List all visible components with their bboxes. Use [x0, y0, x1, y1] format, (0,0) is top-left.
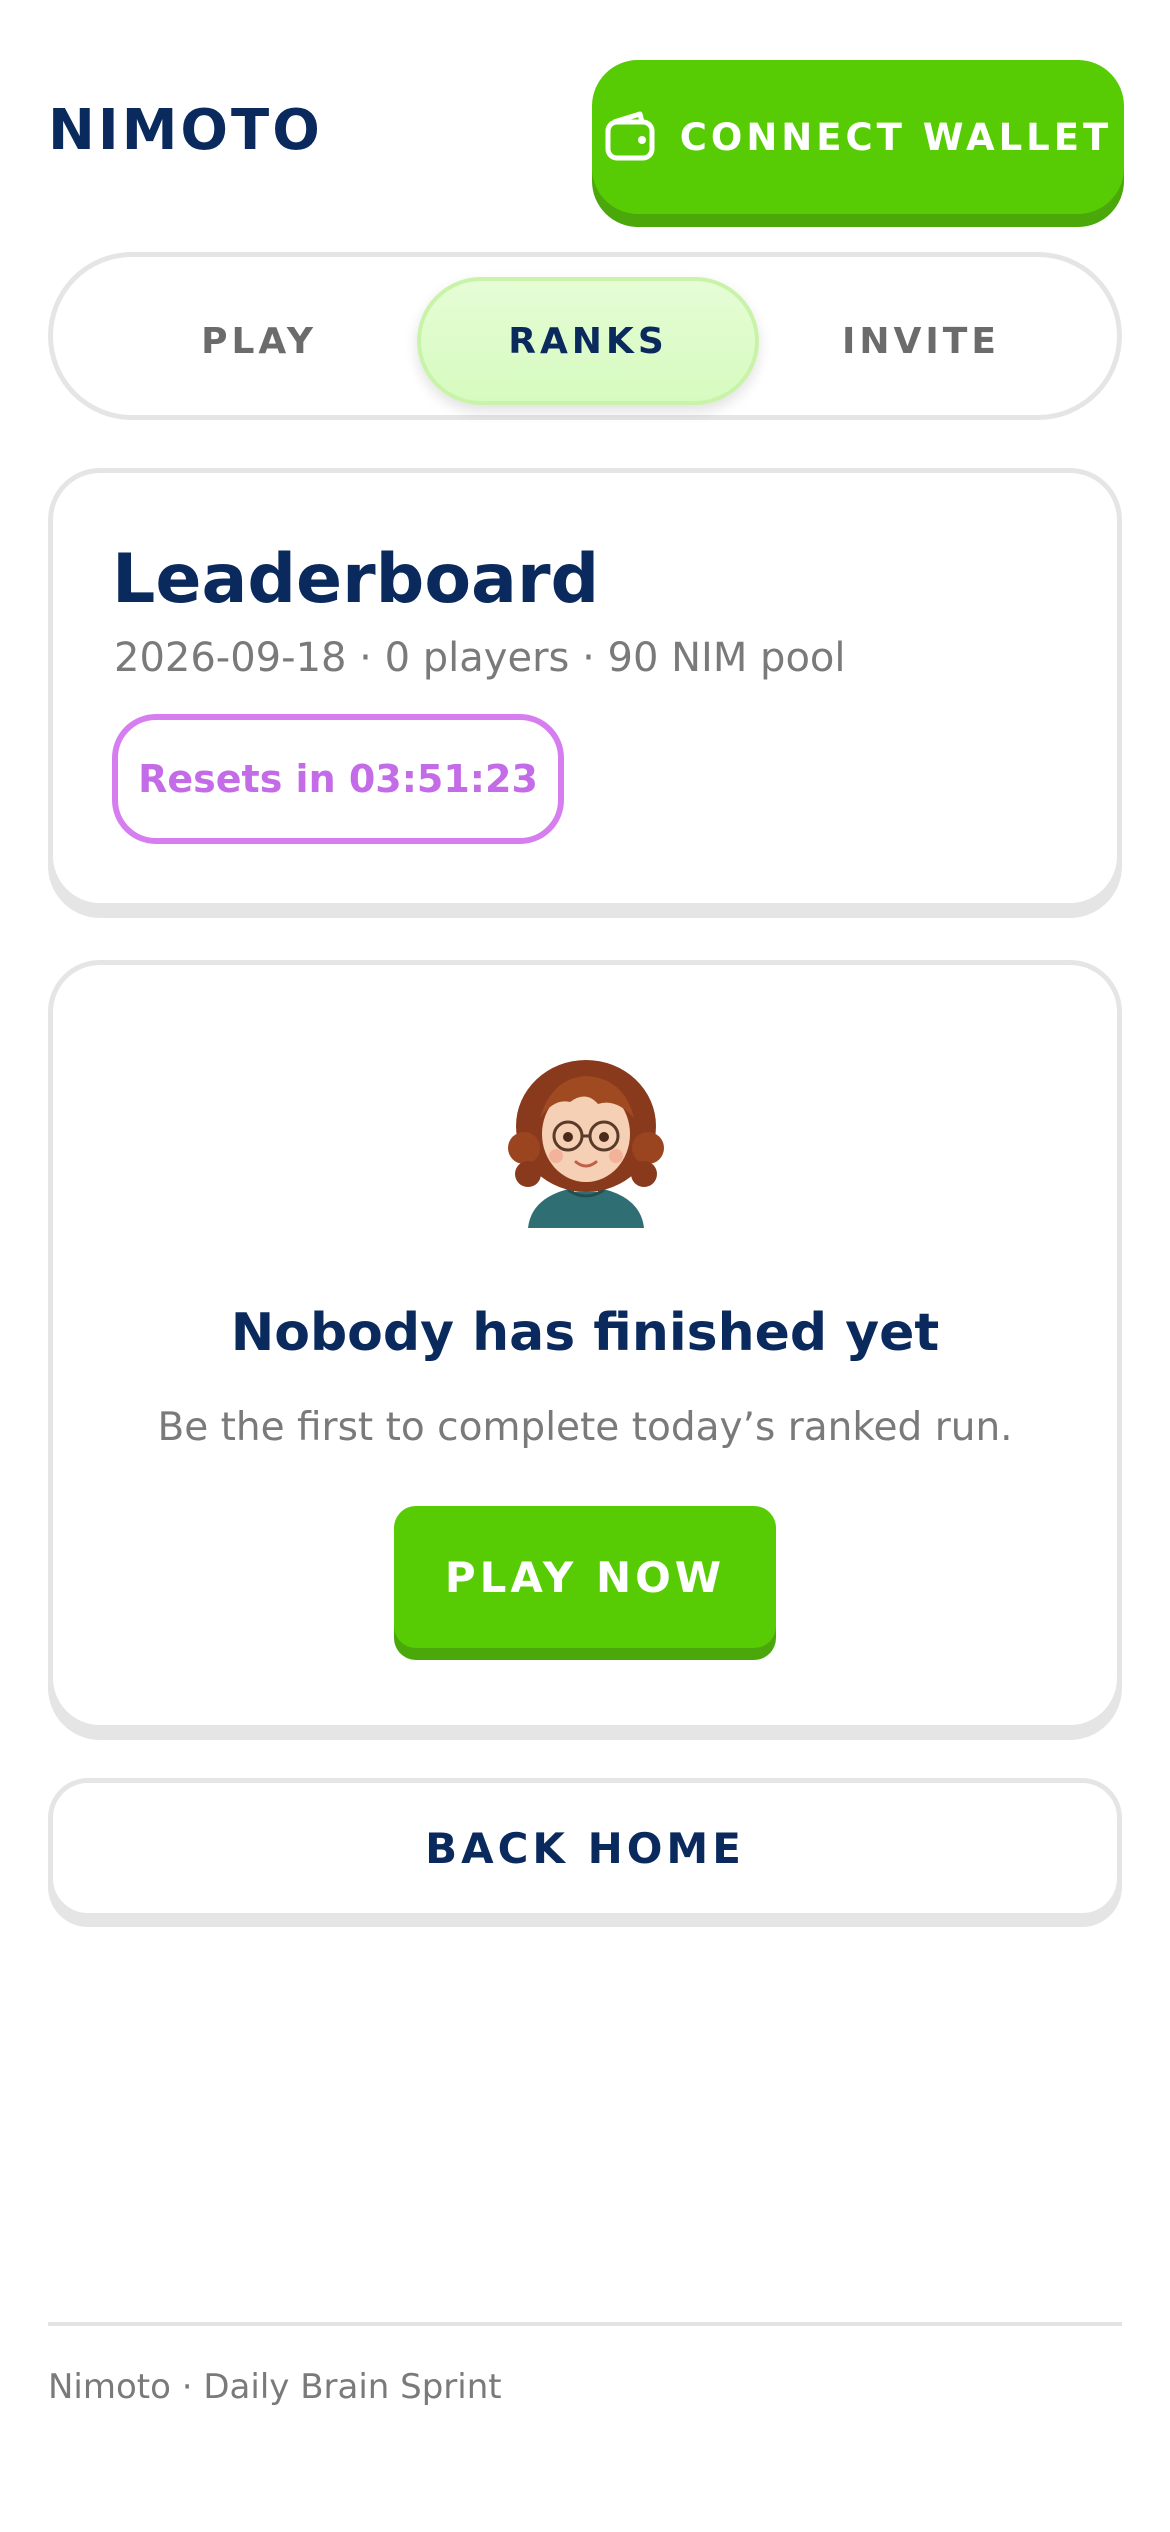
avatar-illustration	[506, 1052, 666, 1228]
empty-state-title: Nobody has finished yet	[230, 1303, 940, 1363]
footer-divider	[48, 2322, 1122, 2326]
wallet-icon	[604, 110, 658, 164]
leaderboard-meta: 2026-09-18 · 0 players · 90 NIM pool	[114, 635, 846, 681]
tab-play[interactable]: PLAY	[89, 277, 429, 405]
back-home-button[interactable]: BACK HOME	[48, 1778, 1122, 1918]
play-now-button[interactable]: PLAY NOW	[394, 1506, 776, 1648]
tab-bar: PLAY RANKS INVITE	[48, 252, 1122, 420]
empty-state-subtitle: Be the first to complete today’s ranked …	[157, 1405, 1013, 1450]
reset-timer-badge: Resets in 03:51:23	[112, 714, 564, 844]
tab-ranks[interactable]: RANKS	[417, 277, 759, 405]
connect-wallet-label: CONNECT WALLET	[679, 115, 1113, 159]
tab-invite[interactable]: INVITE	[751, 277, 1091, 405]
leaderboard-title: Leaderboard	[112, 540, 600, 619]
brand-logo: NIMOTO	[48, 98, 323, 163]
connect-wallet-button[interactable]: CONNECT WALLET	[592, 60, 1124, 214]
footer-text: Nimoto · Daily Brain Sprint	[48, 2367, 502, 2407]
